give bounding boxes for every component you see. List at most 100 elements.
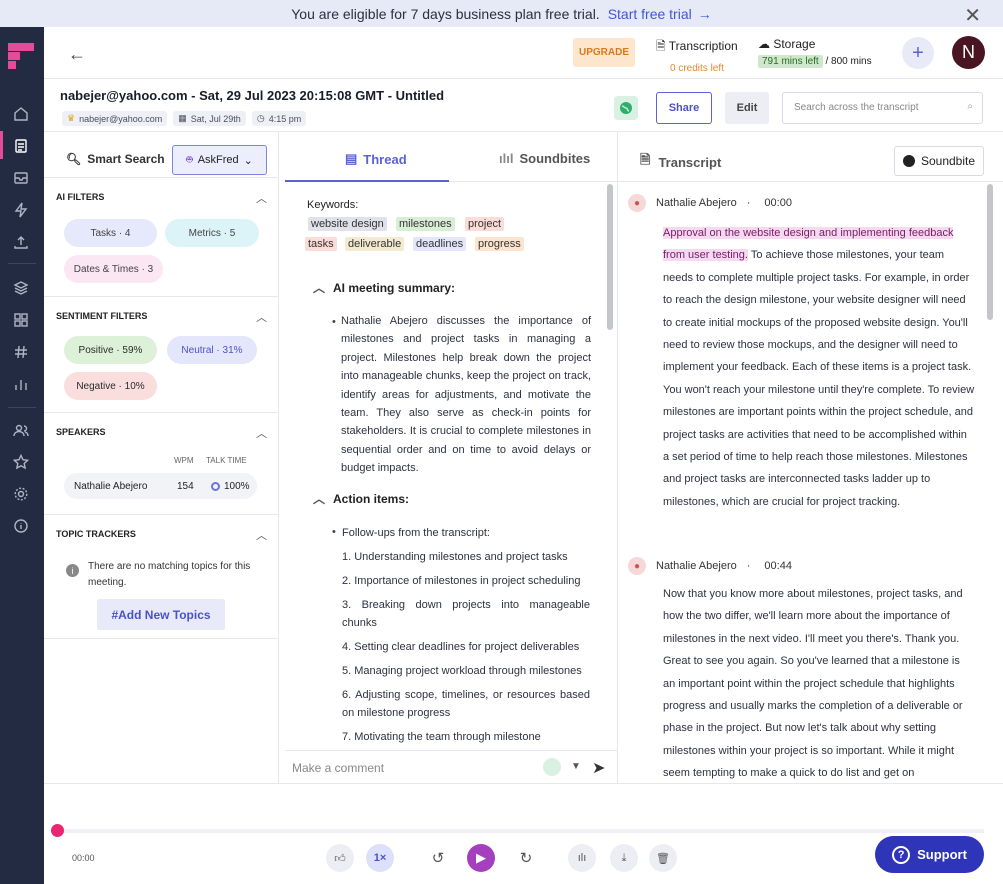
mins-left-badge: 791 mins left: [758, 55, 823, 68]
top-bar: ← UPGRADE 🗎 Transcription 0 credits left…: [44, 27, 1003, 79]
start-trial-link[interactable]: Start free trial →: [608, 6, 712, 22]
tab-soundbites[interactable]: ılıl Soundbites: [499, 151, 590, 166]
timestamp[interactable]: 00:44: [764, 560, 792, 572]
speaker-name[interactable]: Nathalie Abejero: [656, 197, 737, 209]
hashtag-icon[interactable]: [11, 342, 31, 362]
bullet-dot: •: [332, 526, 336, 538]
chevron-down-icon[interactable]: ▼: [571, 761, 581, 772]
topic-trackers-section: TOPIC TRACKERS ︿ i There are no matching…: [44, 515, 279, 639]
arrow-right-icon: →: [697, 5, 712, 22]
owner-email: nabejer@yahoo.com: [79, 113, 163, 124]
keyword-tag[interactable]: project: [465, 217, 505, 231]
summary-heading[interactable]: ︿ AI meeting summary:: [313, 279, 455, 296]
keyword-tag[interactable]: tasks: [305, 237, 337, 251]
speaker-talk-value: 100%: [224, 480, 250, 492]
keyword-tag[interactable]: deadlines: [413, 237, 467, 251]
chevron-up-icon[interactable]: ︿: [256, 527, 267, 543]
dates-filter-pill[interactable]: Dates & Times · 3: [64, 255, 163, 283]
scrollbar-thumb[interactable]: [987, 184, 993, 320]
waveform-button[interactable]: ılı: [568, 844, 596, 872]
mins-total: / 800 mins: [825, 56, 872, 67]
team-icon[interactable]: [11, 420, 31, 440]
action-items-heading[interactable]: ︿ Action items:: [313, 490, 409, 507]
progress-knob[interactable]: [51, 824, 64, 837]
meeting-title: nabejer@yahoo.com - Sat, 29 Jul 2023 20:…: [60, 88, 445, 103]
bullet-dot: •: [332, 316, 336, 328]
timestamp[interactable]: 00:00: [764, 197, 792, 209]
scrollbar-thumb[interactable]: [607, 184, 613, 330]
tasks-filter-pill[interactable]: Tasks · 4: [64, 219, 157, 247]
transcript-text: Now that you know more about milestones,…: [663, 588, 963, 780]
progress-track[interactable]: [56, 829, 984, 833]
metrics-filter-pill[interactable]: Metrics · 5: [165, 219, 259, 247]
positive-filter-pill[interactable]: Positive · 59%: [64, 336, 157, 364]
talk-time-header: TALK TIME: [206, 456, 247, 465]
crown-icon: ♛: [67, 113, 76, 123]
layers-icon[interactable]: [11, 278, 31, 298]
thumbs-up-button[interactable]: 👍︎: [326, 844, 354, 872]
list-item: 1. Understanding milestones and project …: [342, 551, 568, 563]
star-icon[interactable]: [11, 452, 31, 472]
add-button[interactable]: +: [902, 37, 934, 69]
bolt-icon[interactable]: [11, 200, 31, 220]
apps-grid-icon[interactable]: [11, 310, 31, 330]
time-chip: ◷ 4:15 pm: [251, 111, 307, 126]
thread-scrollbar[interactable]: [605, 182, 615, 750]
info-icon[interactable]: [11, 516, 31, 536]
keyword-tag[interactable]: website design: [308, 217, 387, 231]
back-arrow-icon[interactable]: ←: [68, 44, 86, 65]
close-icon[interactable]: ✕: [964, 3, 981, 28]
send-icon[interactable]: ➤: [592, 758, 605, 778]
transcript-scrollbar[interactable]: [985, 182, 995, 783]
avatar[interactable]: N: [952, 36, 985, 69]
chevron-up-icon[interactable]: ︿: [256, 190, 267, 206]
home-icon[interactable]: [11, 104, 31, 124]
speaker-talk: 100%: [211, 481, 250, 492]
add-topics-button[interactable]: #Add New Topics: [97, 599, 225, 630]
clock-icon: ◷: [256, 113, 265, 123]
support-button[interactable]: ? Support: [875, 836, 984, 873]
speed-button[interactable]: 1×: [366, 844, 394, 872]
transcript-search-input[interactable]: Search across the transcript ⌕: [782, 92, 983, 124]
negative-filter-pill[interactable]: Negative · 10%: [64, 372, 157, 400]
search-icon[interactable]: ⌕: [967, 101, 973, 112]
forward-15-button[interactable]: ↻: [512, 844, 540, 872]
meeting-date: Sat, Jul 29th: [190, 113, 241, 124]
notes-icon[interactable]: [11, 136, 31, 156]
askfred-button[interactable]: 🤖︎ AskFred ⌄: [172, 145, 267, 175]
comment-input[interactable]: Make a comment ▼ ➤: [285, 750, 617, 783]
keyword-tag[interactable]: milestones: [396, 217, 455, 231]
speaker-row[interactable]: Nathalie Abejero 154 100%: [64, 473, 257, 499]
upload-icon[interactable]: [11, 232, 31, 252]
language-globe-icon[interactable]: [543, 758, 561, 776]
settings-icon[interactable]: [11, 484, 31, 504]
chevron-up-icon[interactable]: ︿: [256, 309, 267, 325]
keyword-tag[interactable]: deliverable: [345, 237, 405, 251]
chevron-up-icon[interactable]: ︿: [256, 425, 267, 441]
soundbite-button[interactable]: Soundbite: [894, 146, 984, 176]
speaker-name[interactable]: Nathalie Abejero: [656, 560, 737, 572]
list-item: 4. Setting clear deadlines for project d…: [342, 641, 580, 653]
smart-search-icon: 🔍︎: [66, 152, 82, 166]
keyword-tag[interactable]: progress: [475, 237, 524, 251]
analytics-icon[interactable]: [11, 374, 31, 394]
upgrade-button[interactable]: UPGRADE: [573, 38, 635, 67]
language-globe-icon[interactable]: [614, 96, 638, 120]
play-button[interactable]: ▶: [467, 844, 495, 872]
share-button[interactable]: Share: [656, 92, 712, 124]
inbox-icon[interactable]: [11, 168, 31, 188]
thumbs-up-icon: 👍︎: [334, 852, 346, 865]
start-trial-label[interactable]: Start free trial: [608, 6, 692, 22]
tab-thread[interactable]: ▤ Thread: [345, 151, 407, 167]
neutral-filter-pill[interactable]: Neutral · 31%: [167, 336, 257, 364]
transcription-stat: 🗎 Transcription 0 credits left: [656, 37, 738, 74]
section-title: SENTIMENT FILTERS: [56, 311, 148, 321]
smart-search-tab[interactable]: 🔍︎ Smart Search: [66, 152, 165, 166]
download-button[interactable]: ⤓: [610, 844, 638, 872]
rewind-5-button[interactable]: ↺: [424, 844, 452, 872]
edit-button[interactable]: Edit: [725, 92, 769, 124]
credits-left: 0 credits left: [670, 63, 724, 74]
app-logo[interactable]: [8, 43, 34, 69]
delete-button[interactable]: 🗑︎: [649, 844, 677, 872]
thread-content: Keywords: website design milestones proj…: [285, 182, 617, 750]
